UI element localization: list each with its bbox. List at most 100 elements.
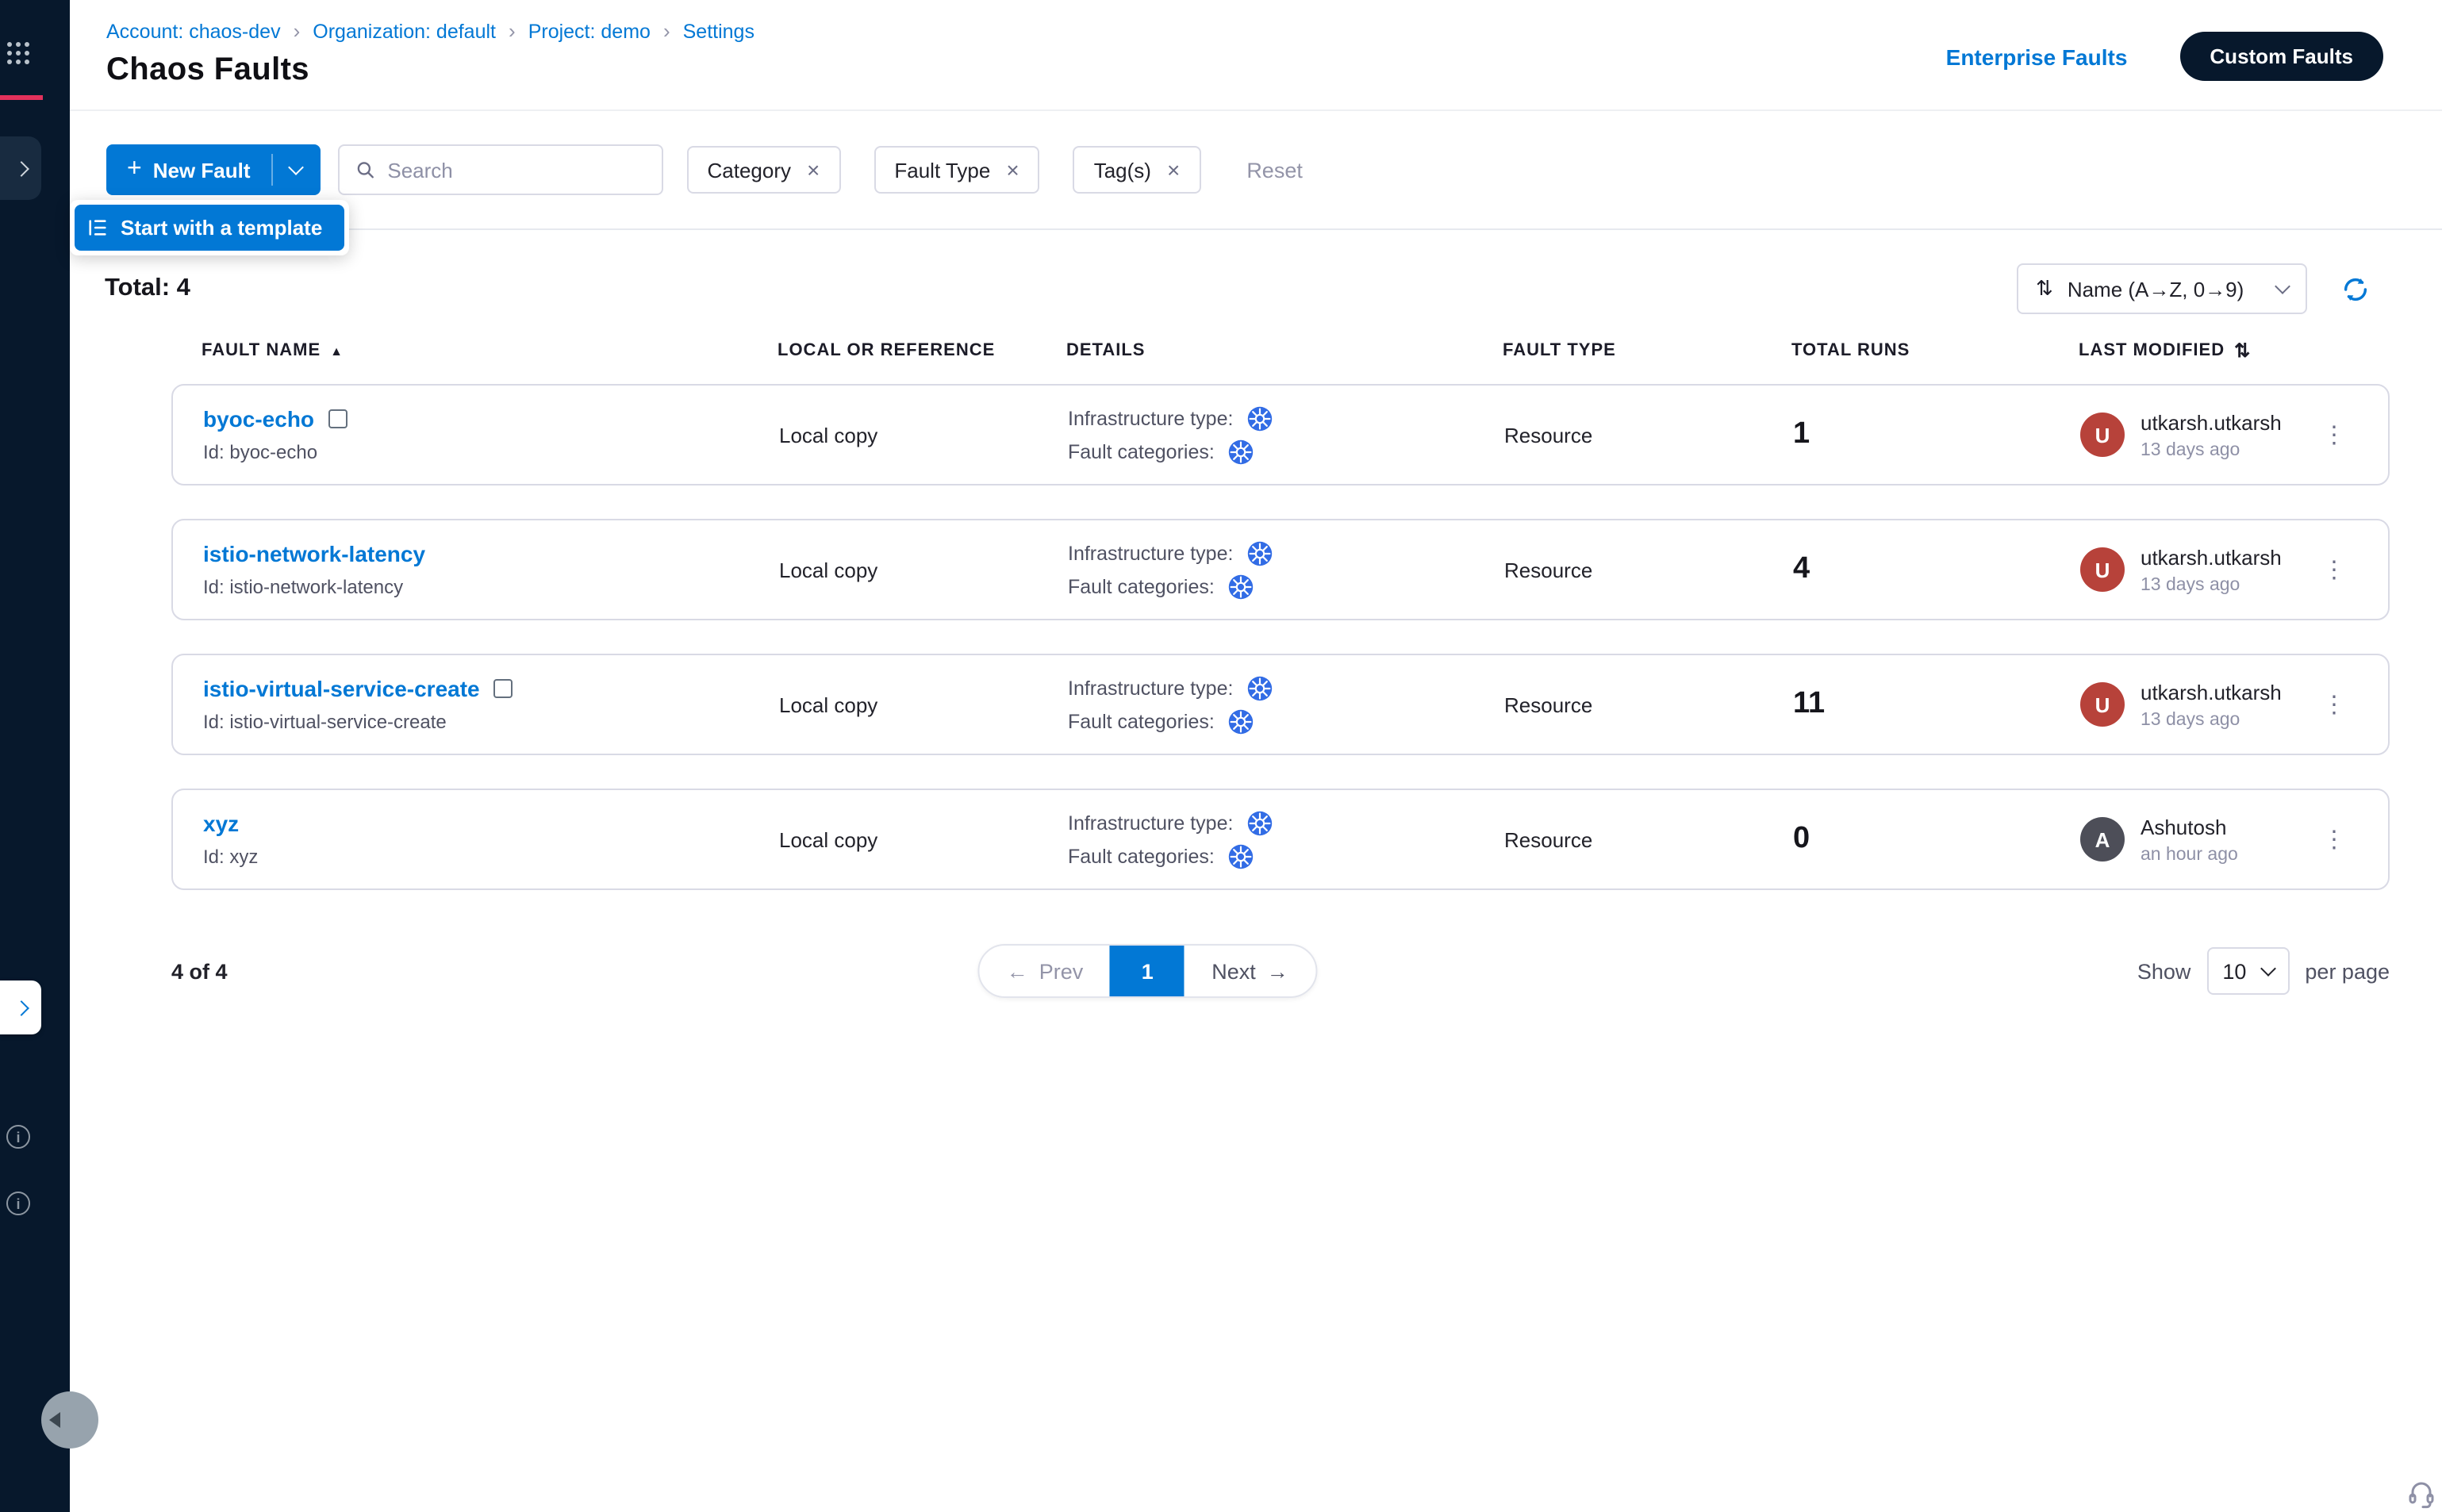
chevron-left-icon [49, 1412, 60, 1428]
filter-pill-fault-type[interactable]: Fault Type × [874, 146, 1039, 194]
new-fault-dropdown-button[interactable] [273, 144, 321, 195]
fault-id: Id: istio-network-latency [203, 576, 779, 598]
header-last-modified[interactable]: LAST MODIFIED ⇅ [2079, 340, 2312, 362]
avatar: U [2080, 682, 2125, 727]
total-runs-cell: 1 [1793, 417, 2080, 452]
info-icon[interactable]: i [6, 1125, 30, 1149]
kubernetes-icon [1247, 675, 1273, 700]
close-icon[interactable]: × [1006, 159, 1019, 181]
row-menu-button[interactable]: ⋮ [2310, 420, 2358, 449]
fault-id: Id: xyz [203, 846, 779, 868]
last-modified-cell: A Ashutosh an hour ago [2080, 815, 2310, 864]
row-menu-button[interactable]: ⋮ [2310, 555, 2358, 584]
header-label: TOTAL RUNS [1791, 341, 1910, 360]
per-page-label: per page [2305, 959, 2390, 983]
table-body: byoc-echo Id: byoc-echo Local copy Infra… [70, 384, 2442, 890]
filter-pill-category[interactable]: Category × [687, 146, 841, 194]
details-cell: Infrastructure type: Fault categories: [1068, 810, 1504, 869]
breadcrumb-account[interactable]: Account: chaos-dev [106, 20, 281, 42]
header-fault-name[interactable]: FAULT NAME ▲ [202, 340, 778, 362]
search-input[interactable] [387, 158, 645, 182]
prev-page-button[interactable]: ← Prev [980, 946, 1111, 996]
fault-type-cell: Resource [1504, 827, 1793, 851]
refresh-button[interactable] [2340, 274, 2371, 304]
details-cell: Infrastructure type: Fault categories: [1068, 675, 1504, 734]
total-runs-cell: 0 [1793, 822, 2080, 857]
modified-ago: an hour ago [2141, 845, 2238, 864]
fault-badge-icon[interactable] [328, 409, 347, 428]
kubernetes-icon [1247, 405, 1273, 431]
kubernetes-icon [1229, 439, 1254, 464]
infrastructure-type-label: Infrastructure type: [1068, 542, 1233, 564]
fault-categories-label: Fault categories: [1068, 440, 1215, 462]
page-size-value: 10 [2222, 959, 2246, 983]
header-total-runs: TOTAL RUNS [1791, 340, 2079, 362]
fault-type-cell: Resource [1504, 558, 1793, 581]
sort-both-icon: ⇅ [2234, 340, 2251, 362]
prev-label: Prev [1039, 959, 1084, 983]
infrastructure-type-label: Infrastructure type: [1068, 677, 1233, 699]
breadcrumb-project[interactable]: Project: demo [528, 20, 651, 42]
table-header-row: FAULT NAME ▲ LOCAL OR REFERENCE DETAILS … [171, 340, 2390, 362]
last-modified-cell: U utkarsh.utkarsh 13 days ago [2080, 545, 2310, 594]
total-count: Total: 4 [105, 274, 190, 303]
app-launcher-icon[interactable] [5, 40, 32, 67]
page-size-dropdown[interactable]: 10 [2206, 947, 2289, 995]
breadcrumb-settings[interactable]: Settings [683, 20, 754, 42]
fault-categories-label: Fault categories: [1068, 845, 1215, 867]
chevron-right-icon [13, 1000, 29, 1015]
filter-pills: Category × Fault Type × Tag(s) × [687, 146, 1201, 194]
pagination: 4 of 4 ← Prev 1 Next → Show 10 [171, 942, 2390, 1000]
support-headset-icon[interactable] [2406, 1477, 2437, 1509]
header-label: FAULT TYPE [1503, 341, 1616, 360]
sort-icon: ⇅ [2036, 276, 2053, 301]
fault-id: Id: byoc-echo [203, 441, 779, 463]
total-runs-cell: 11 [1793, 687, 2080, 722]
template-icon [87, 217, 108, 238]
sidebar-expand-button[interactable] [0, 136, 41, 200]
fault-type-cell: Resource [1504, 693, 1793, 716]
panel-expand-button[interactable] [0, 980, 41, 1034]
breadcrumb-organization[interactable]: Organization: default [313, 20, 496, 42]
avatar: U [2080, 413, 2125, 457]
header-label: DETAILS [1066, 341, 1146, 360]
menu-item-start-with-template[interactable]: Start with a template [75, 205, 344, 251]
sidebar-collapse-handle[interactable] [41, 1391, 98, 1449]
fault-name-cell: istio-virtual-service-create Id: istio-v… [203, 676, 779, 733]
kubernetes-icon [1229, 843, 1254, 869]
modified-by: utkarsh.utkarsh [2141, 680, 2282, 704]
row-menu-button[interactable]: ⋮ [2310, 825, 2358, 854]
help-icon[interactable]: i [6, 1192, 30, 1215]
fault-name-link[interactable]: istio-virtual-service-create [203, 676, 480, 701]
modified-ago: 13 days ago [2141, 710, 2282, 729]
enterprise-faults-link[interactable]: Enterprise Faults [1946, 44, 2128, 69]
listing-bar: Total: 4 ⇅ Name (A→Z, 0→9) [70, 263, 2442, 314]
filter-pill-tags[interactable]: Tag(s) × [1073, 146, 1201, 194]
pagination-range: 4 of 4 [171, 959, 228, 983]
reset-filters-link[interactable]: Reset [1246, 158, 1303, 182]
page-header: Account: chaos-dev › Organization: defau… [70, 0, 2442, 111]
filter-label: Tag(s) [1094, 158, 1151, 182]
search-icon [355, 159, 375, 181]
current-page-button[interactable]: 1 [1110, 946, 1185, 996]
close-icon[interactable]: × [1167, 159, 1180, 181]
fault-name-link[interactable]: istio-network-latency [203, 541, 425, 566]
table-row: xyz Id: xyz Local copy Infrastructure ty… [171, 789, 2390, 890]
new-fault-button[interactable]: + New Fault [106, 144, 271, 195]
total-runs-cell: 4 [1793, 552, 2080, 587]
next-label: Next [1211, 959, 1256, 983]
fault-badge-icon[interactable] [494, 679, 513, 698]
close-icon[interactable]: × [807, 159, 820, 181]
custom-faults-button[interactable]: Custom Faults [2179, 32, 2383, 81]
next-page-button[interactable]: Next → [1185, 946, 1315, 996]
fault-name-cell: xyz Id: xyz [203, 811, 779, 868]
header-details: DETAILS [1066, 340, 1503, 362]
breadcrumb-separator: › [294, 19, 301, 43]
infrastructure-type-label: Infrastructure type: [1068, 812, 1233, 834]
row-menu-button[interactable]: ⋮ [2310, 690, 2358, 719]
menu-item-label: Start with a template [121, 216, 322, 240]
fault-name-link[interactable]: byoc-echo [203, 406, 314, 432]
fault-name-link[interactable]: xyz [203, 811, 239, 836]
sort-dropdown[interactable]: ⇅ Name (A→Z, 0→9) [2017, 263, 2307, 314]
right-arrow-icon: → [1267, 959, 1288, 983]
